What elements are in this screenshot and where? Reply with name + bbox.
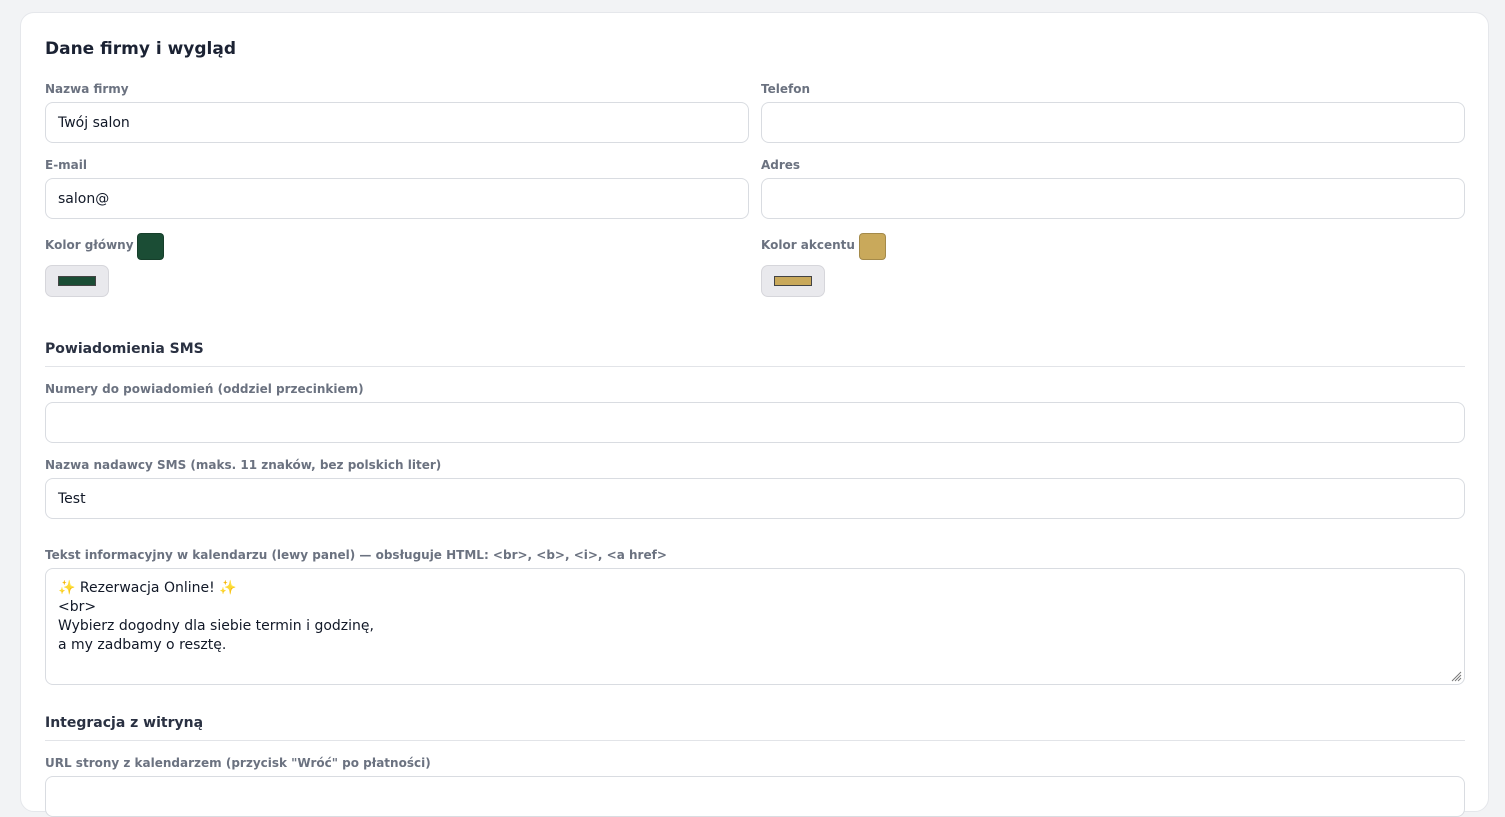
sms-section-title: Powiadomienia SMS xyxy=(45,341,204,357)
primary-color-swatch xyxy=(137,233,164,260)
sms-numbers-input[interactable] xyxy=(45,402,1465,443)
info-text-textarea[interactable]: ✨ Rezerwacja Online! ✨ <br> Wybierz dogo… xyxy=(45,568,1465,685)
info-text-line-4: a my zadbamy o resztę. xyxy=(58,637,227,653)
sparkle-icon: ✨ xyxy=(219,580,237,596)
settings-card: Dane firmy i wygląd Nazwa firmy Twój sal… xyxy=(20,12,1489,817)
calendar-url-label: URL strony z kalendarzem (przycisk "Wróć… xyxy=(45,756,431,770)
primary-color-bar xyxy=(58,276,96,286)
card-title: Dane firmy i wygląd xyxy=(45,39,237,59)
sms-sender-value: Test xyxy=(58,490,86,507)
integration-section-title: Integracja z witryną xyxy=(45,715,204,731)
sms-section-divider xyxy=(45,366,1465,367)
company-name-label: Nazwa firmy xyxy=(45,82,129,96)
address-input[interactable] xyxy=(761,178,1465,219)
info-text-line-1-text: Rezerwacja Online! xyxy=(75,580,220,596)
primary-color-picker[interactable] xyxy=(45,265,109,297)
info-text-line-3: Wybierz dogodny dla siebie termin i godz… xyxy=(58,618,374,634)
accent-color-picker[interactable] xyxy=(761,265,825,297)
company-name-value: Twój salon xyxy=(58,114,130,131)
email-label: E-mail xyxy=(45,158,88,172)
phone-label: Telefon xyxy=(761,82,810,96)
integration-section-divider xyxy=(45,740,1465,741)
email-input[interactable]: salon@ xyxy=(45,178,749,219)
address-label: Adres xyxy=(761,158,801,172)
info-text-line-2: <br> xyxy=(58,599,97,615)
email-value: salon@ xyxy=(58,190,110,207)
sms-numbers-label: Numery do powiadomień (oddziel przecinki… xyxy=(45,382,364,396)
accent-color-swatch xyxy=(859,233,886,260)
info-text-line-1: ✨ Rezerwacja Online! ✨ xyxy=(58,579,1452,598)
phone-input[interactable] xyxy=(761,102,1465,143)
company-name-input[interactable]: Twój salon xyxy=(45,102,749,143)
accent-color-label: Kolor akcentu xyxy=(761,238,855,252)
info-text-label: Tekst informacyjny w kalendarzu (lewy pa… xyxy=(45,548,667,562)
resize-handle-icon[interactable] xyxy=(1450,670,1462,682)
accent-color-bar xyxy=(774,276,812,286)
primary-color-label: Kolor główny xyxy=(45,238,134,252)
sparkle-icon: ✨ xyxy=(58,580,76,596)
calendar-url-input[interactable] xyxy=(45,776,1465,817)
sms-sender-label: Nazwa nadawcy SMS (maks. 11 znaków, bez … xyxy=(45,458,442,472)
sms-sender-input[interactable]: Test xyxy=(45,478,1465,519)
